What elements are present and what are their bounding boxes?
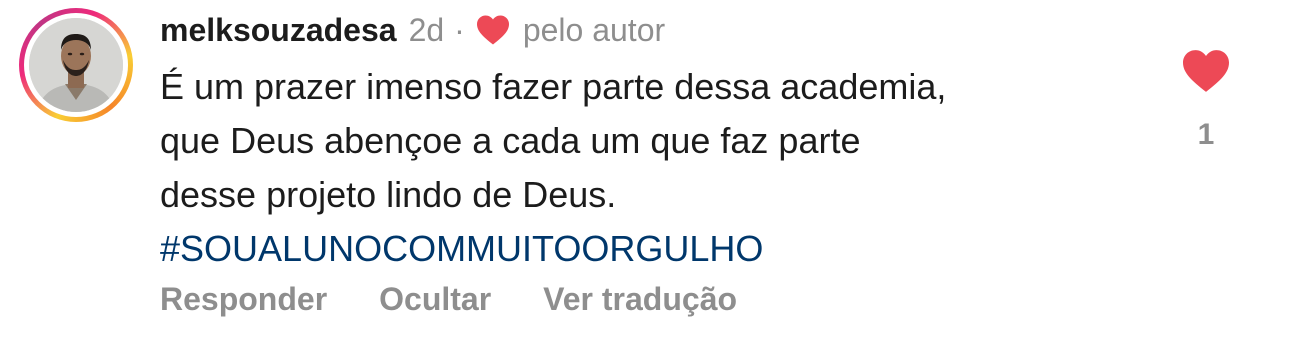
- author-like-label: pelo autor: [522, 11, 666, 48]
- separator-dot: ·: [454, 11, 465, 48]
- comment-actions: Responder Ocultar Ver tradução: [160, 276, 789, 322]
- reply-button[interactable]: Responder: [160, 281, 327, 318]
- comment-header: melksouzadesa 2d · pelo autor: [160, 8, 665, 52]
- comment-line: É um prazer imenso fazer parte dessa aca…: [160, 66, 947, 107]
- heart-icon: [476, 15, 509, 45]
- like-count[interactable]: 1: [1180, 118, 1232, 152]
- translate-button[interactable]: Ver tradução: [543, 281, 737, 318]
- hide-button[interactable]: Ocultar: [379, 281, 491, 318]
- heart-filled-icon[interactable]: [1180, 48, 1232, 94]
- username-link[interactable]: melksouzadesa: [160, 12, 397, 49]
- avatar-story-ring[interactable]: [19, 8, 133, 122]
- comment-text: É um prazer imenso fazer parte dessa aca…: [160, 60, 1160, 276]
- comment-line: desse projeto lindo de Deus.: [160, 174, 617, 215]
- comment-line: que Deus abençoe a cada um que faz parte: [160, 120, 861, 161]
- avatar[interactable]: [29, 18, 123, 112]
- hashtag-link[interactable]: #SOUALUNOCOMMUITOORGULHO: [160, 222, 1160, 276]
- profile-photo: [29, 18, 123, 112]
- comment-timestamp: 2d: [408, 11, 445, 48]
